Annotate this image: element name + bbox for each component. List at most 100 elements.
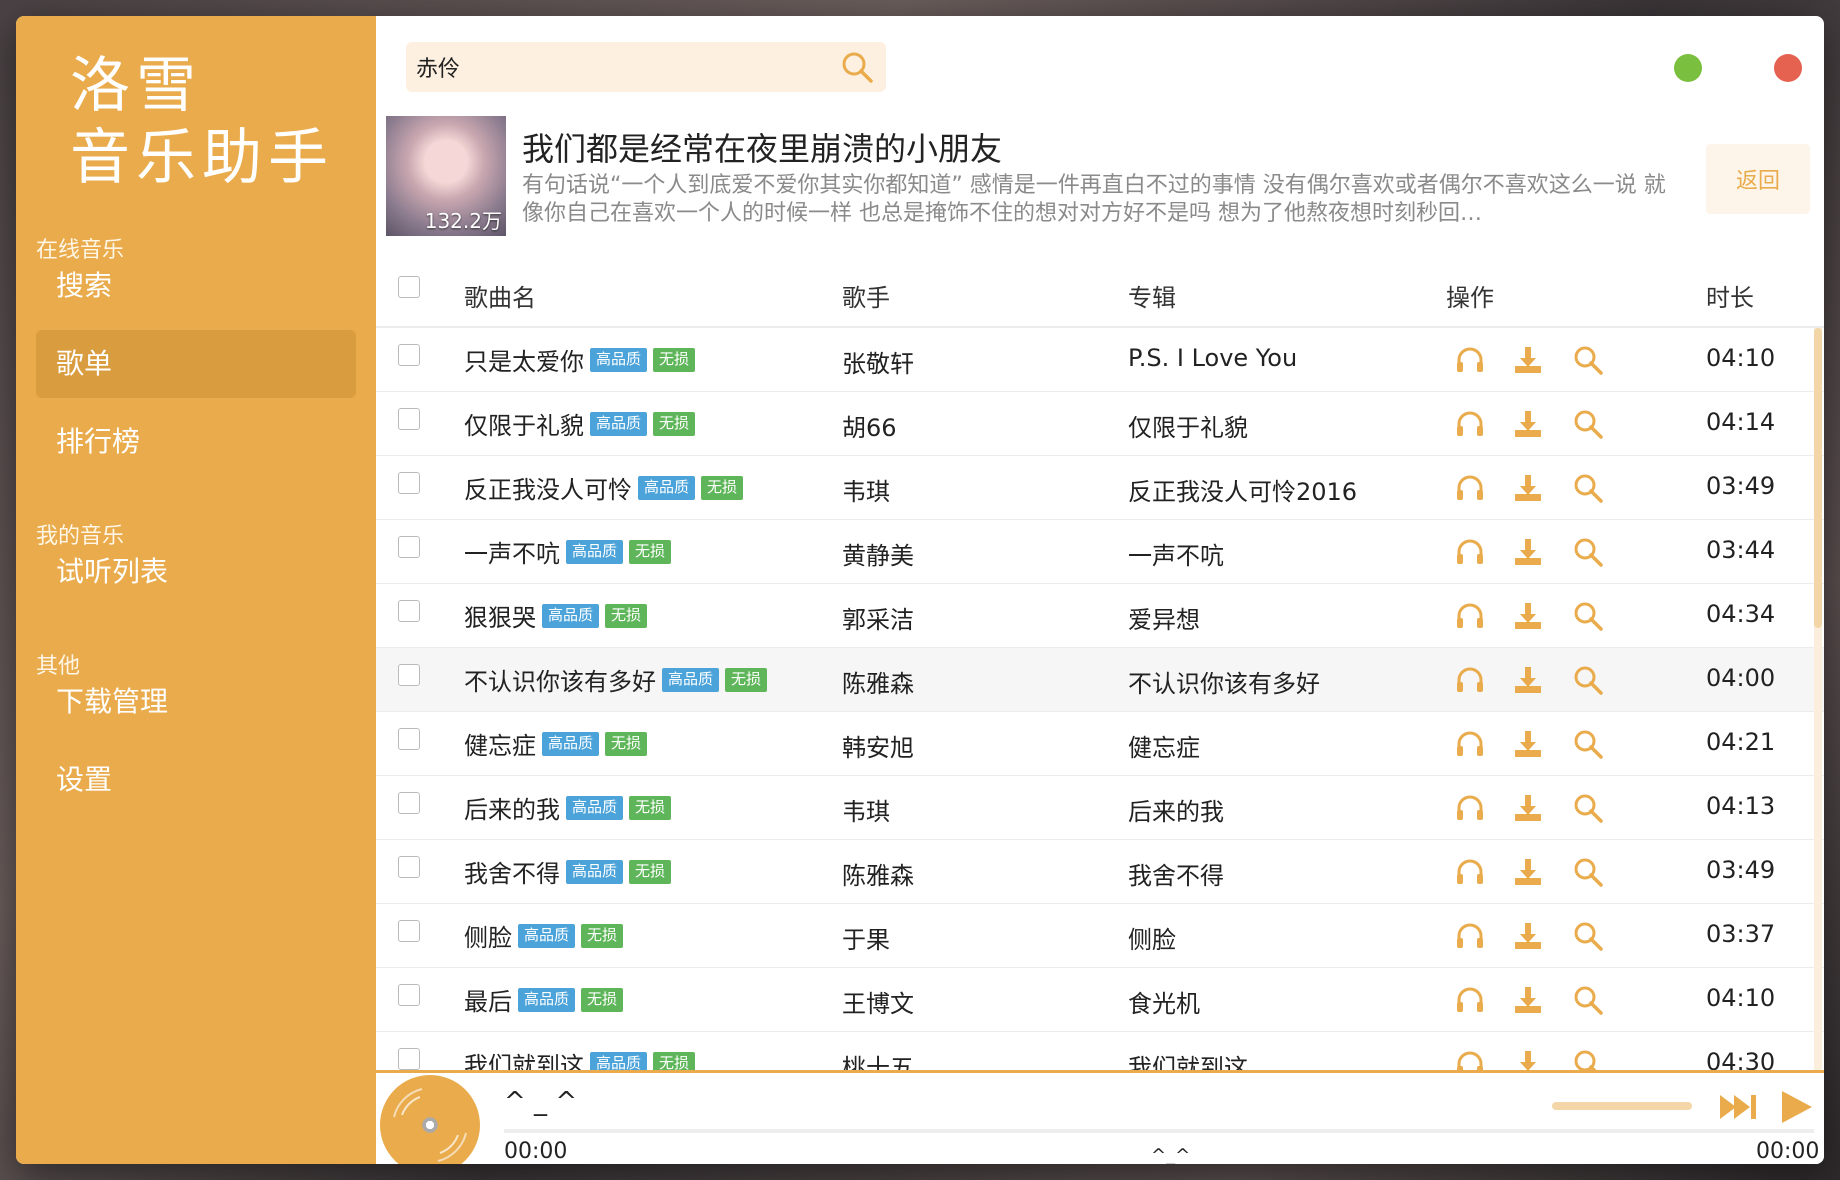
quality-badge: 高品质 <box>566 859 624 884</box>
download-icon[interactable] <box>1512 984 1544 1016</box>
download-icon[interactable] <box>1512 1048 1544 1070</box>
table-header: 歌曲名 歌手 专辑 操作 时长 <box>376 256 1824 328</box>
row-checkbox[interactable] <box>398 408 420 430</box>
song-singer: 韦琪 <box>842 478 890 506</box>
search-icon[interactable] <box>1572 344 1604 376</box>
row-checkbox[interactable] <box>398 472 420 494</box>
table-row[interactable]: 我们就到这 高品质 无损 桃十五 我们就到这 04:30 <box>376 1032 1824 1070</box>
search-icon[interactable] <box>1572 1048 1604 1070</box>
search-icon[interactable] <box>1572 472 1604 504</box>
table-row[interactable]: 不认识你该有多好 高品质 无损 陈雅森 不认识你该有多好 04:00 <box>376 648 1824 712</box>
table-row[interactable]: 健忘症 高品质 无损 韩安旭 健忘症 04:21 <box>376 712 1824 776</box>
logo-line-2: 音乐助手 <box>70 123 334 193</box>
header-singer[interactable]: 歌手 <box>842 278 890 313</box>
row-checkbox[interactable] <box>398 856 420 878</box>
row-checkbox[interactable] <box>398 920 420 942</box>
close-button[interactable] <box>1774 54 1802 82</box>
sidebar-item-playlists[interactable]: 歌单 <box>36 330 356 398</box>
headphones-icon[interactable] <box>1454 472 1486 504</box>
song-duration: 04:14 <box>1706 408 1776 436</box>
search-icon[interactable] <box>1572 600 1604 632</box>
song-name: 仅限于礼貌 <box>464 412 584 440</box>
next-track-icon[interactable] <box>1716 1085 1760 1129</box>
table-row[interactable]: 只是太爱你 高品质 无损 张敬轩 P.S. I Love You 04:10 <box>376 328 1824 392</box>
lossless-badge: 无损 <box>605 731 648 756</box>
header-duration[interactable]: 时长 <box>1706 278 1754 313</box>
play-icon[interactable] <box>1774 1085 1818 1129</box>
download-icon[interactable] <box>1512 728 1544 760</box>
search-icon[interactable] <box>1572 792 1604 824</box>
lossless-badge: 无损 <box>605 603 648 628</box>
download-icon[interactable] <box>1512 408 1544 440</box>
download-icon[interactable] <box>1512 664 1544 696</box>
sidebar-item-search[interactable]: 搜索 <box>36 252 356 320</box>
table-row[interactable]: 一声不吭 高品质 无损 黄静美 一声不吭 03:44 <box>376 520 1824 584</box>
table-row[interactable]: 仅限于礼貌 高品质 无损 胡66 仅限于礼貌 04:14 <box>376 392 1824 456</box>
table-row[interactable]: 我舍不得 高品质 无损 陈雅森 我舍不得 03:49 <box>376 840 1824 904</box>
headphones-icon[interactable] <box>1454 856 1486 888</box>
download-icon[interactable] <box>1512 600 1544 632</box>
headphones-icon[interactable] <box>1454 984 1486 1016</box>
download-icon[interactable] <box>1512 856 1544 888</box>
headphones-icon[interactable] <box>1454 600 1486 632</box>
back-button[interactable]: 返回 <box>1706 144 1810 214</box>
sidebar-item-downloads[interactable]: 下载管理 <box>36 668 356 736</box>
table-row[interactable]: 狠狠哭 高品质 无损 郭采洁 爱异想 04:34 <box>376 584 1824 648</box>
download-icon[interactable] <box>1512 792 1544 824</box>
song-name: 我舍不得 <box>464 860 560 888</box>
sidebar-item-settings[interactable]: 设置 <box>36 746 356 814</box>
song-duration: 03:49 <box>1706 472 1776 500</box>
row-checkbox[interactable] <box>398 984 420 1006</box>
table-row[interactable]: 最后 高品质 无损 王博文 食光机 04:10 <box>376 968 1824 1032</box>
headphones-icon[interactable] <box>1454 664 1486 696</box>
search-icon[interactable] <box>1572 728 1604 760</box>
download-icon[interactable] <box>1512 344 1544 376</box>
lossless-badge: 无损 <box>629 795 672 820</box>
song-singer: 黄静美 <box>842 542 914 570</box>
row-checkbox[interactable] <box>398 536 420 558</box>
download-icon[interactable] <box>1512 920 1544 952</box>
row-checkbox[interactable] <box>398 792 420 814</box>
sidebar-item-charts[interactable]: 排行榜 <box>36 408 356 476</box>
song-singer: 桃十五 <box>842 1054 914 1070</box>
progress-bar[interactable] <box>504 1129 1814 1133</box>
search-icon[interactable] <box>1572 664 1604 696</box>
table-row[interactable]: 侧脸 高品质 无损 于果 侧脸 03:37 <box>376 904 1824 968</box>
headphones-icon[interactable] <box>1454 536 1486 568</box>
search-icon[interactable] <box>1572 408 1604 440</box>
volume-slider[interactable] <box>1552 1102 1692 1110</box>
search-icon[interactable] <box>840 50 874 84</box>
headphones-icon[interactable] <box>1454 344 1486 376</box>
minimize-button[interactable] <box>1674 54 1702 82</box>
table-row[interactable]: 反正我没人可怜 高品质 无损 韦琪 反正我没人可怜2016 03:49 <box>376 456 1824 520</box>
app-logo: 洛雪 音乐助手 <box>70 50 334 194</box>
search-icon[interactable] <box>1572 856 1604 888</box>
search-icon[interactable] <box>1572 536 1604 568</box>
row-checkbox[interactable] <box>398 664 420 686</box>
header-album[interactable]: 专辑 <box>1128 278 1176 313</box>
headphones-icon[interactable] <box>1454 728 1486 760</box>
headphones-icon[interactable] <box>1454 408 1486 440</box>
row-checkbox[interactable] <box>398 600 420 622</box>
headphones-icon[interactable] <box>1454 920 1486 952</box>
download-icon[interactable] <box>1512 536 1544 568</box>
search-icon[interactable] <box>1572 984 1604 1016</box>
headphones-icon[interactable] <box>1454 792 1486 824</box>
search-input[interactable] <box>416 42 816 92</box>
quality-badge: 高品质 <box>542 731 600 756</box>
sidebar-item-listen-list[interactable]: 试听列表 <box>36 538 356 606</box>
headphones-icon[interactable] <box>1454 1048 1486 1070</box>
row-checkbox[interactable] <box>398 728 420 750</box>
select-all-checkbox[interactable] <box>398 276 420 298</box>
search-icon[interactable] <box>1572 920 1604 952</box>
row-checkbox[interactable] <box>398 1048 420 1070</box>
song-duration: 03:37 <box>1706 920 1776 948</box>
scrollbar[interactable] <box>1814 328 1822 1070</box>
scrollbar-thumb[interactable] <box>1814 328 1822 628</box>
header-song-name[interactable]: 歌曲名 <box>464 278 536 313</box>
row-checkbox[interactable] <box>398 344 420 366</box>
download-icon[interactable] <box>1512 472 1544 504</box>
table-row[interactable]: 后来的我 高品质 无损 韦琪 后来的我 04:13 <box>376 776 1824 840</box>
song-album: 一声不吭 <box>1128 542 1224 570</box>
song-name-cell: 最后 高品质 无损 <box>464 982 624 1017</box>
